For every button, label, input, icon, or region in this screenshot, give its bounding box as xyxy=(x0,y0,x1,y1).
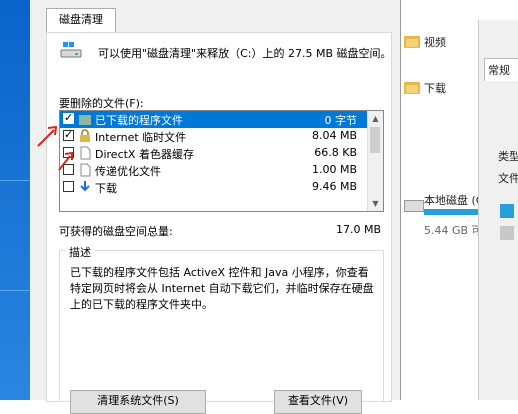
list-scrollbar[interactable]: ▲ ▼ xyxy=(367,111,383,211)
view-files-button[interactable]: 查看文件(V) xyxy=(274,390,362,414)
folder-icon xyxy=(79,115,91,125)
item-name: 下载 xyxy=(95,182,117,195)
item-size: 0 字节 xyxy=(324,114,358,127)
tab-bar: 磁盘清理 xyxy=(30,0,400,33)
header-text: 可以使用"磁盘清理"来释放（C:）上的 27.5 MB 磁盘空间。 xyxy=(98,47,392,60)
item-checkbox[interactable] xyxy=(63,111,74,124)
drive-icon xyxy=(404,200,424,212)
description-label: 描述 xyxy=(66,244,94,260)
scroll-thumb[interactable] xyxy=(370,127,380,153)
list-item[interactable]: Internet 临时文件 8.04 MB xyxy=(60,128,367,145)
total-space-label: 可获得的磁盘空间总量: xyxy=(59,225,173,238)
item-name: DirectX 着色器缓存 xyxy=(95,148,194,161)
list-item[interactable]: DirectX 着色器缓存 66.8 KB xyxy=(60,145,367,162)
disk-usage-bar xyxy=(424,209,478,215)
file-icon xyxy=(80,163,91,177)
file-label: 文件 xyxy=(498,172,518,185)
used-space-swatch xyxy=(500,204,514,218)
downloads-label[interactable]: 下载 xyxy=(424,80,446,96)
tab-disk-cleanup[interactable]: 磁盘清理 xyxy=(46,8,116,33)
cleanup-system-files-label: 清理系统文件(S) xyxy=(97,394,179,407)
total-space-value: 17.0 MB xyxy=(335,223,381,236)
item-name: 已下载的程序文件 xyxy=(95,114,183,127)
item-size: 8.04 MB xyxy=(311,129,357,142)
cleanup-panel: 可以使用"磁盘清理"来释放（C:）上的 27.5 MB 磁盘空间。 要删除的文件… xyxy=(46,32,392,402)
item-checkbox[interactable] xyxy=(63,181,74,192)
desktop-divider xyxy=(0,290,30,291)
item-checkbox[interactable] xyxy=(63,128,74,141)
description-text: 已下载的程序文件包括 ActiveX 控件和 Java 小程序，你查看特定网页时… xyxy=(70,266,374,311)
delete-files-label: 要删除的文件(F): xyxy=(59,97,144,110)
annotation-arrow-icon xyxy=(37,125,58,147)
scroll-up-icon[interactable]: ▲ xyxy=(368,111,383,126)
type-label: 类型 xyxy=(498,150,518,163)
cleanup-system-files-button[interactable]: 清理系统文件(S) xyxy=(70,390,206,414)
item-name: Internet 临时文件 xyxy=(95,131,187,144)
item-size: 1.00 MB xyxy=(311,163,357,176)
drive-cleanup-icon xyxy=(60,41,82,58)
list-item[interactable]: 已下载的程序文件 0 字节 xyxy=(60,111,367,128)
item-size: 9.46 MB xyxy=(311,180,357,193)
download-icon xyxy=(80,181,90,192)
annotation-arrow-icon xyxy=(58,151,73,171)
scroll-down-icon[interactable]: ▼ xyxy=(368,196,383,211)
files-list[interactable]: 已下载的程序文件 0 字节 Internet 临时文件 8.04 MB Dire… xyxy=(59,110,384,212)
disk-cleanup-dialog: 磁盘清理 可以使用"磁盘清理"来释放（C:）上的 27.5 MB 磁盘空间。 要… xyxy=(30,0,401,414)
lock-icon xyxy=(80,129,90,142)
list-item[interactable]: 传递优化文件 1.00 MB xyxy=(60,162,367,179)
item-size: 66.8 KB xyxy=(314,146,357,159)
desktop-divider xyxy=(0,180,30,181)
downloads-folder-icon xyxy=(404,82,420,94)
free-space-swatch xyxy=(500,226,514,240)
videos-folder-icon xyxy=(404,36,420,48)
file-icon xyxy=(80,146,91,160)
view-files-label: 查看文件(V) xyxy=(287,394,349,407)
desktop-strip xyxy=(0,0,30,400)
description-group: 描述 已下载的程序文件包括 ActiveX 控件和 Java 小程序，你查看特定… xyxy=(59,244,384,402)
videos-label[interactable]: 视频 xyxy=(424,34,446,50)
item-name: 传递优化文件 xyxy=(95,165,161,178)
general-tab-label: 常规 xyxy=(488,64,510,77)
list-item[interactable]: 下载 9.46 MB xyxy=(60,179,367,196)
